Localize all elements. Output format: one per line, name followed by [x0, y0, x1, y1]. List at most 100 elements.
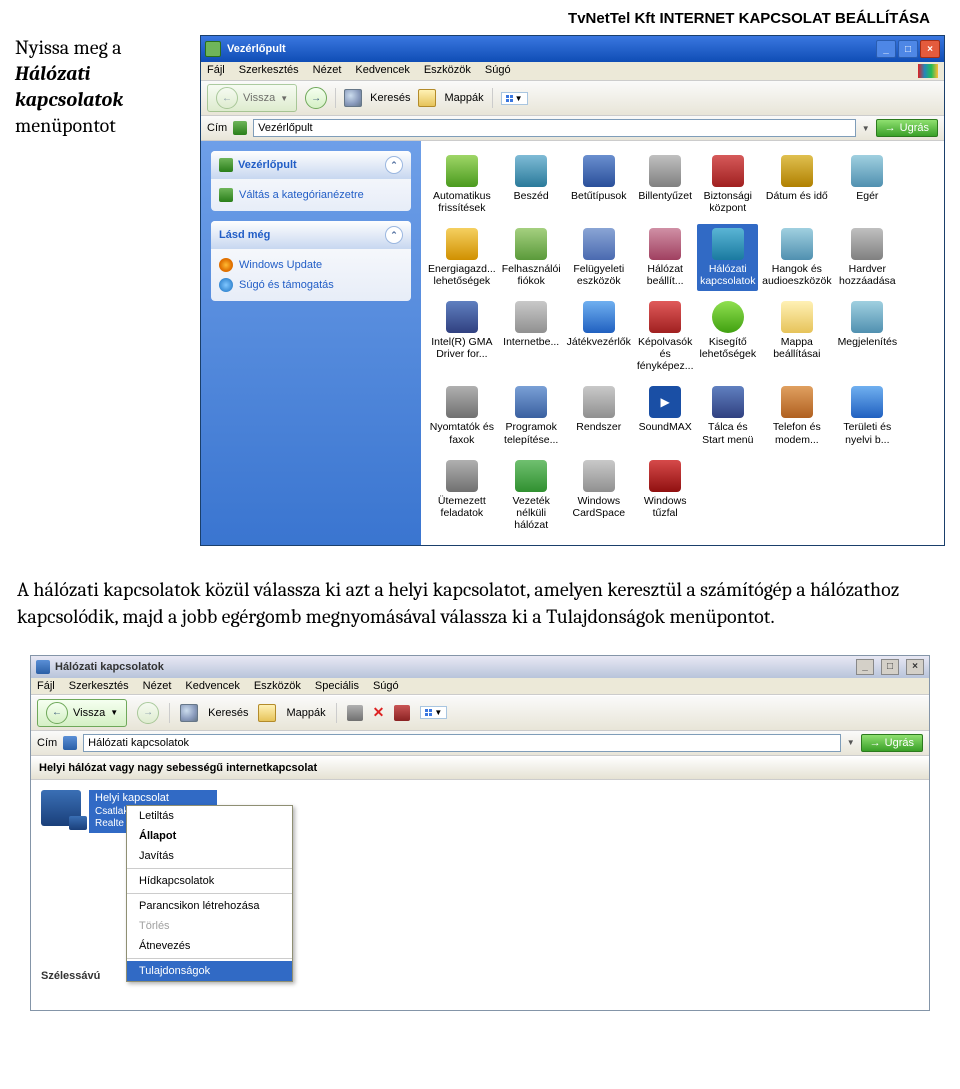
control-panel-item[interactable]: Megjelenítés — [836, 297, 900, 376]
control-panel-item[interactable]: Dátum és idő — [760, 151, 833, 218]
control-panel-item[interactable]: Beszéd — [500, 151, 563, 218]
item-label: Windows CardSpace — [567, 495, 631, 519]
address-input[interactable] — [253, 119, 856, 137]
go-button[interactable]: →Ugrás — [861, 734, 923, 752]
close-button[interactable]: × — [920, 40, 940, 58]
control-panel-item[interactable]: Egér — [836, 151, 900, 218]
control-panel-item[interactable]: Képolvasók és fényképez... — [635, 297, 696, 376]
control-panel-item[interactable]: Windows tűzfal — [635, 456, 696, 535]
windows-update-link[interactable]: Windows Update — [219, 255, 403, 275]
control-panel-item[interactable]: Betűtípusok — [565, 151, 633, 218]
menu-szerkesztés[interactable]: Szerkesztés — [239, 64, 299, 78]
item-icon — [851, 155, 883, 187]
go-button[interactable]: →Ugrás — [876, 119, 938, 137]
search-button[interactable]: Keresés — [370, 92, 410, 104]
folders-icon — [418, 89, 436, 107]
search-button[interactable]: Keresés — [208, 707, 248, 719]
forward-button[interactable]: → — [305, 87, 327, 109]
menu-eszközök[interactable]: Eszközök — [424, 64, 471, 78]
windows-flag-icon — [918, 64, 938, 78]
context-menu-item[interactable]: Javítás — [127, 846, 292, 866]
menu-eszközök[interactable]: Eszközök — [254, 680, 301, 692]
control-panel-item[interactable]: Felhasználói fiókok — [500, 224, 563, 291]
item-icon — [649, 301, 681, 333]
help-support-link[interactable]: Súgó és támogatás — [219, 275, 403, 295]
control-panel-item[interactable]: Billentyűzet — [635, 151, 696, 218]
collapse-icon[interactable]: ⌃ — [385, 226, 403, 244]
context-menu-item[interactable]: Hídkapcsolatok — [127, 871, 292, 891]
help-icon — [219, 278, 233, 292]
control-panel-item[interactable]: Automatikus frissítések — [426, 151, 498, 218]
control-panel-item[interactable]: Rendszer — [565, 382, 633, 449]
folders-button[interactable]: Mappák — [444, 92, 483, 104]
context-menu-item[interactable]: Tulajdonságok — [127, 961, 292, 981]
context-menu-item[interactable]: Parancsikon létrehozása — [127, 896, 292, 916]
control-panel-item[interactable]: Internetbe... — [500, 297, 563, 376]
control-panel-item[interactable]: Hardver hozzáadása — [836, 224, 900, 291]
view-mode-button[interactable]: ▼ — [501, 92, 528, 105]
control-panel-item[interactable]: Windows CardSpace — [565, 456, 633, 535]
menu-bar: Fájl Szerkesztés Nézet Kedvencek Eszközök Súg… — [201, 62, 944, 81]
minimize-button[interactable]: _ — [856, 659, 874, 675]
collapse-icon[interactable]: ⌃ — [385, 156, 403, 174]
control-panel-item[interactable]: Területi és nyelvi b... — [836, 382, 900, 449]
maximize-button[interactable]: □ — [881, 659, 899, 675]
maximize-button[interactable]: □ — [898, 40, 918, 58]
toolbar-icon[interactable] — [347, 705, 363, 721]
context-menu-item[interactable]: Letiltás — [127, 806, 292, 826]
view-mode-button[interactable]: ▼ — [420, 706, 447, 719]
item-icon — [515, 386, 547, 418]
back-button[interactable]: ← Vissza ▼ — [37, 699, 127, 727]
item-label: Programok telepítése... — [502, 421, 561, 445]
menu-nézet[interactable]: Nézet — [143, 680, 172, 692]
see-also-header[interactable]: Lásd még ⌃ — [211, 221, 411, 249]
control-panel-item[interactable]: Hangok és audioeszközök — [760, 224, 833, 291]
menu-fájl[interactable]: Fájl — [207, 64, 225, 78]
folders-button[interactable]: Mappák — [286, 707, 325, 719]
control-panel-item[interactable]: SoundMAX — [635, 382, 696, 449]
control-panel-item[interactable]: Ütemezett feladatok — [426, 456, 498, 535]
control-panel-item[interactable]: Telefon és modem... — [760, 382, 833, 449]
task-pane-header[interactable]: Vezérlőpult ⌃ — [211, 151, 411, 179]
item-label: Megjelenítés — [838, 336, 898, 348]
control-panel-item[interactable]: Programok telepítése... — [500, 382, 563, 449]
context-menu-item[interactable]: Állapot — [127, 826, 292, 846]
minimize-button[interactable]: _ — [876, 40, 896, 58]
menu-súgó[interactable]: Súgó — [485, 64, 511, 78]
control-panel-item[interactable]: Intel(R) GMA Driver for... — [426, 297, 498, 376]
menu-kedvencek[interactable]: Kedvencek — [355, 64, 409, 78]
control-panel-item[interactable]: Nyomtatók és faxok — [426, 382, 498, 449]
control-panel-item[interactable]: Tálca és Start menü — [697, 382, 758, 449]
control-panel-item[interactable]: Játékvezérlők — [565, 297, 633, 376]
broadband-section-label: Szélessávú — [41, 970, 100, 982]
menu-nézet[interactable]: Nézet — [313, 64, 342, 78]
switch-category-view-link[interactable]: Váltás a kategórianézetre — [219, 185, 403, 205]
menu-súgó[interactable]: Súgó — [373, 680, 399, 692]
control-panel-item[interactable]: Mappa beállításai — [760, 297, 833, 376]
control-panel-item[interactable]: Hálózat beállít... — [635, 224, 696, 291]
forward-button[interactable]: → — [137, 702, 159, 724]
delete-icon[interactable]: ✕ — [373, 704, 385, 721]
control-panel-item[interactable]: Kisegítő lehetőségek — [697, 297, 758, 376]
titlebar[interactable]: Vezérlőpult _ □ × — [201, 36, 944, 62]
menu-kedvencek[interactable]: Kedvencek — [185, 680, 239, 692]
item-label: Betűtípusok — [567, 190, 631, 202]
item-label: Internetbe... — [502, 336, 561, 348]
menu-speciális[interactable]: Speciális — [315, 680, 359, 692]
control-panel-item[interactable]: Felügyeleti eszközök — [565, 224, 633, 291]
back-arrow-icon: ← — [216, 87, 238, 109]
menu-fájl[interactable]: Fájl — [37, 680, 55, 692]
address-input[interactable] — [83, 734, 841, 752]
context-menu-item[interactable]: Átnevezés — [127, 936, 292, 956]
back-button[interactable]: ← Vissza ▼ — [207, 84, 297, 112]
toolbar-icon[interactable] — [394, 705, 410, 721]
control-panel-item[interactable]: Vezeték nélküli hálózat — [500, 456, 563, 535]
titlebar[interactable]: Hálózati kapcsolatok _ □ × — [31, 656, 929, 678]
close-button[interactable]: × — [906, 659, 924, 675]
item-label: Billentyűzet — [637, 190, 694, 202]
control-panel-item[interactable]: Biztonsági központ — [697, 151, 758, 218]
menu-szerkesztés[interactable]: Szerkesztés — [69, 680, 129, 692]
control-panel-item[interactable]: Energiagazd... lehetőségek — [426, 224, 498, 291]
control-panel-item[interactable]: Hálózati kapcsolatok — [697, 224, 758, 291]
instruction-step-1: Nyissa meg a Hálózati kapcsolatok menüpo… — [15, 35, 185, 546]
